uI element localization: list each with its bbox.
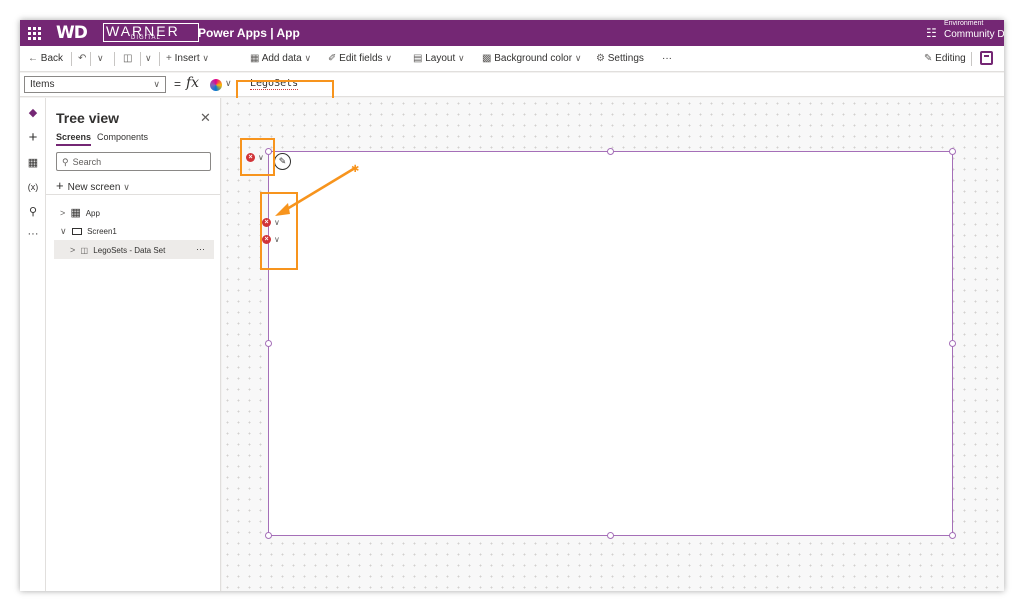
chevron-down-icon[interactable]: ∨ (225, 78, 232, 89)
more-icon[interactable]: ··· (20, 228, 46, 240)
tab-screens[interactable]: Screens (56, 132, 92, 146)
resize-handle-r[interactable] (949, 340, 956, 347)
add-data-button[interactable]: ▦ Add data ∨ (250, 53, 311, 64)
resize-handle-b[interactable] (607, 532, 614, 539)
app-title: Power Apps | App (198, 26, 300, 40)
edit-fields-icon: ✐ (328, 53, 337, 64)
new-screen-button[interactable]: + New screen ∨ (56, 178, 130, 193)
equals-sign: = (174, 77, 182, 91)
back-button[interactable]: ← Back (28, 53, 63, 64)
undo-button[interactable]: ↶ (78, 53, 86, 64)
chevron-down-icon: ∨ (202, 53, 210, 63)
chevron-down-icon: ∨ (458, 53, 465, 63)
edit-pencil-icon[interactable]: ✎ (274, 153, 291, 170)
tab-components[interactable]: Components (97, 132, 148, 142)
chevron-down-icon: ∨ (97, 53, 104, 63)
paint-icon: ▩ (482, 53, 492, 64)
chevron-down-icon: ∨ (145, 53, 152, 63)
insert-plus-icon[interactable]: + (20, 129, 46, 146)
clipboard-icon: ◫ (123, 53, 133, 64)
company-logo: WD WARNER DIGITAL (56, 22, 201, 44)
more-commands-button[interactable]: ··· (662, 53, 672, 64)
edit-fields-button[interactable]: ✐ Edit fields ∨ (328, 53, 392, 64)
property-dropdown[interactable]: Items ∨ (24, 76, 166, 93)
header-bar: WD WARNER DIGITAL Power Apps | App ☷ Env… (20, 20, 1004, 46)
plus-icon: + (166, 53, 172, 64)
error-highlight-box (260, 192, 298, 270)
editing-mode-button[interactable]: ✎ Editing (924, 53, 966, 64)
chevron-down-icon: ∨ (304, 53, 312, 63)
database-icon: ▦ (250, 53, 260, 64)
tree-view-panel: Tree view ✕ Screens Components ⚲ Search +… (46, 98, 221, 591)
search-icon: ⚲ (62, 157, 69, 167)
error-highlight-box (240, 138, 275, 176)
resize-handle-l[interactable] (265, 340, 272, 347)
paste-button[interactable]: ◫ (123, 53, 132, 64)
back-arrow-icon: ← (28, 53, 38, 64)
chevron-right-icon: > (60, 208, 66, 218)
pencil-icon: ✎ (924, 53, 933, 64)
tree-node-screen1[interactable]: ∨ Screen1 (60, 226, 117, 237)
logo-wd: WD (56, 23, 88, 43)
screen-canvas[interactable] (268, 151, 953, 536)
undo-icon: ↶ (78, 53, 87, 64)
app-grid-icon: ▦ (70, 207, 81, 219)
search-input[interactable]: ⚲ Search (56, 152, 211, 171)
left-rail: ◆ + ▦ (x) ⚲ ··· (20, 98, 46, 591)
layers-icon[interactable]: ◆ (20, 106, 46, 119)
chevron-down-icon: ∨ (60, 226, 67, 236)
tree-view-title: Tree view (56, 110, 120, 126)
paste-dropdown[interactable]: ∨ (145, 53, 152, 64)
fx-icon: fx (186, 75, 200, 91)
resize-handle-br[interactable] (949, 532, 956, 539)
insert-button[interactable]: + Insert ∨ (166, 53, 209, 64)
tree-node-legosets-label: > ◫ LegoSets - Data Set (70, 245, 166, 255)
app-checker-icon[interactable] (980, 51, 993, 65)
close-icon[interactable]: ✕ (200, 110, 211, 126)
dataset-icon: ◫ (80, 246, 89, 255)
gear-icon: ⚙ (596, 53, 605, 64)
screen-icon (71, 228, 82, 236)
logo-sub: DIGITAL (131, 35, 161, 41)
chevron-down-icon: ∨ (574, 53, 582, 63)
variables-icon[interactable]: (x) (20, 182, 46, 192)
node-more-button[interactable]: ··· (196, 244, 205, 254)
app-launcher-icon[interactable] (26, 25, 42, 41)
app-window: WD WARNER DIGITAL Power Apps | App ☷ Env… (20, 20, 1004, 591)
search-icon[interactable]: ⚲ (20, 205, 46, 218)
resize-handle-tr[interactable] (949, 148, 956, 155)
chevron-down-icon: ∨ (153, 79, 160, 89)
chevron-down-icon: ∨ (385, 53, 392, 63)
command-bar: ← Back ↶ ∨ ◫ ∨ + Insert ∨ ▦ Add data ∨ ✐… (20, 46, 1004, 72)
copilot-icon[interactable] (210, 79, 222, 91)
layout-button[interactable]: ▤ Layout ∨ (413, 53, 465, 64)
chevron-right-icon: > (70, 245, 76, 255)
environment-name[interactable]: Community Dev (944, 29, 1004, 40)
background-color-button[interactable]: ▩ Background color ∨ (482, 53, 581, 64)
layout-icon: ▤ (413, 53, 423, 64)
resize-handle-bl[interactable] (265, 532, 272, 539)
environment-label: Environment (944, 20, 984, 27)
resize-handle-t[interactable] (607, 148, 614, 155)
settings-button[interactable]: ⚙ Settings (596, 53, 644, 64)
environment-icon[interactable]: ☷ (926, 26, 937, 40)
tree-node-app[interactable]: > ▦ App (60, 206, 100, 219)
formula-bar: Items ∨ = fx ∨ LegoSets (20, 73, 1004, 97)
plus-icon: + (56, 178, 64, 193)
chevron-down-icon: ∨ (123, 182, 130, 192)
data-icon[interactable]: ▦ (20, 156, 46, 169)
undo-dropdown[interactable]: ∨ (90, 52, 104, 66)
